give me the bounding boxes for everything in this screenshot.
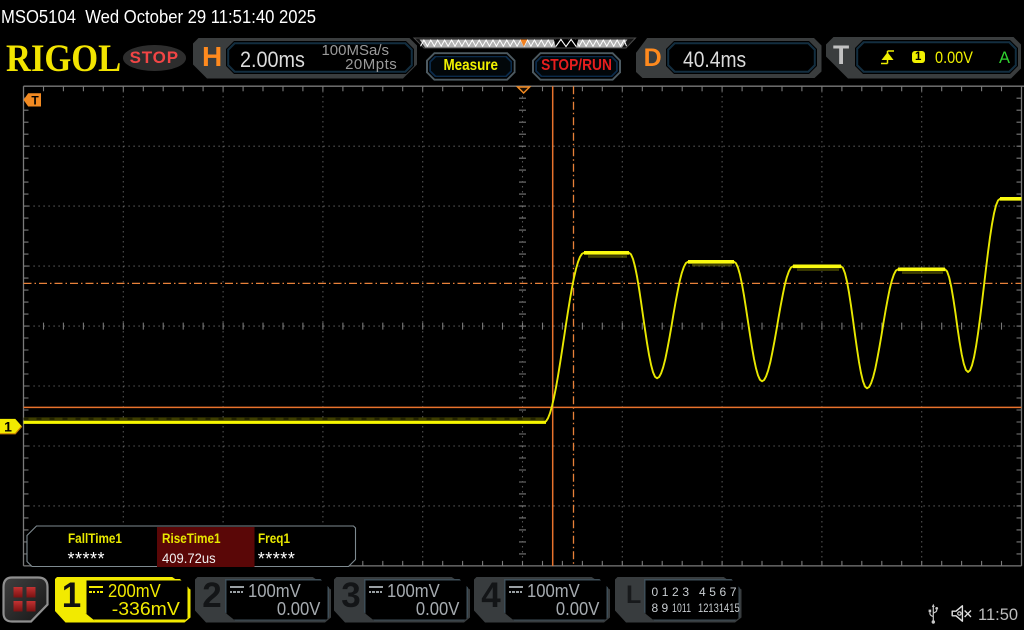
svg-text:1: 1 <box>4 419 12 435</box>
svg-text:T: T <box>31 93 39 107</box>
